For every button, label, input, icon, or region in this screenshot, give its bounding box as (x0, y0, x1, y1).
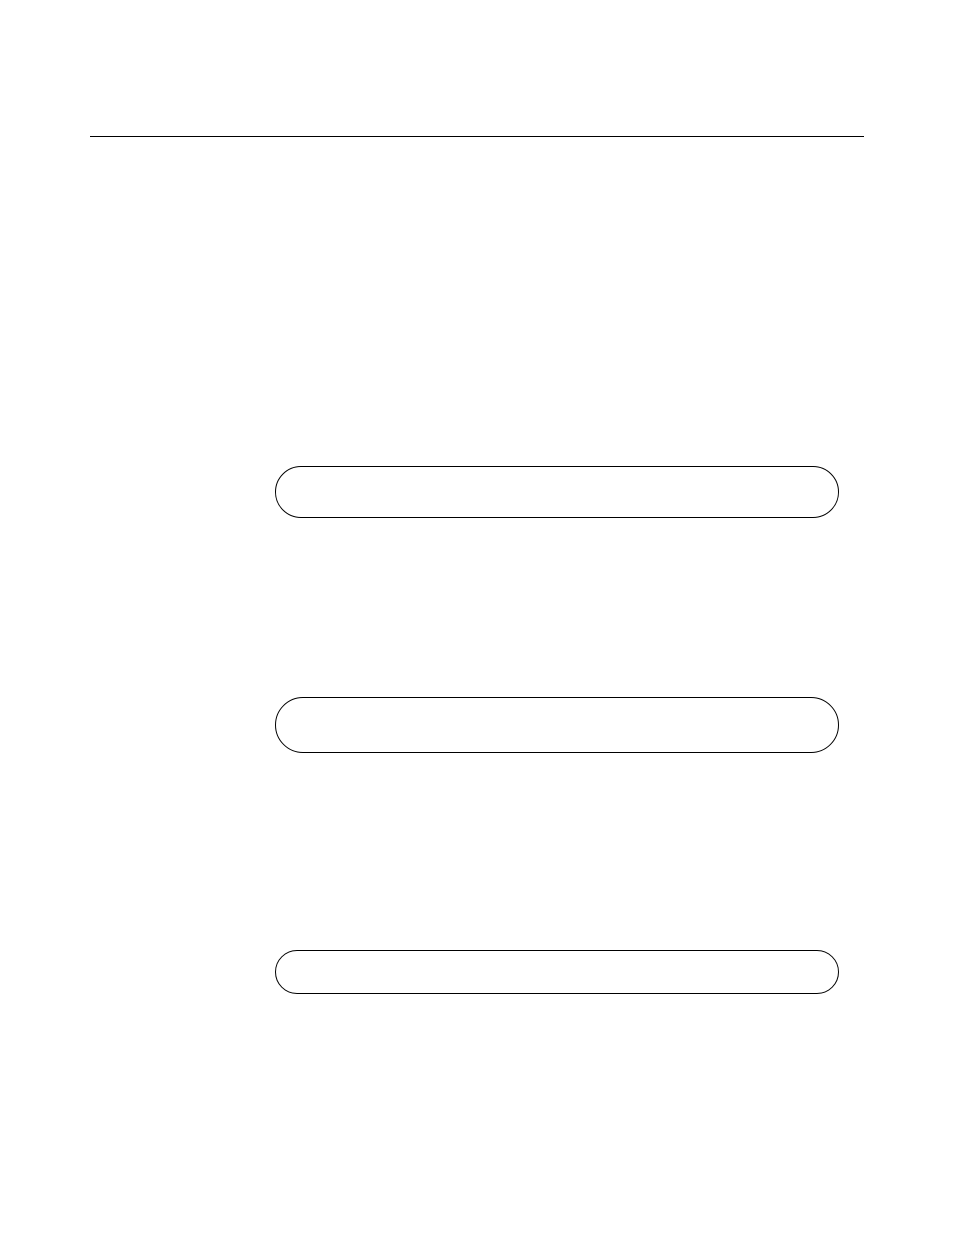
rounded-outline-shape (275, 950, 839, 994)
horizontal-divider (90, 136, 864, 137)
rounded-outline-shape (275, 466, 839, 518)
rounded-outline-shape (275, 697, 839, 753)
